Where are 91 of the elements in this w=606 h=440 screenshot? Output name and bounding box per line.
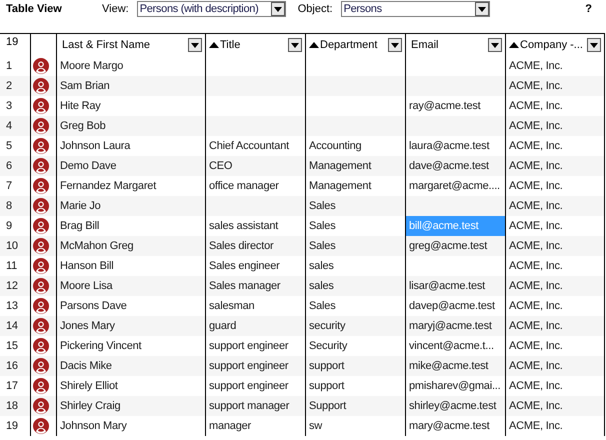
column-filter-button[interactable] bbox=[188, 38, 202, 52]
row-number: 10 bbox=[6, 240, 18, 252]
row-count: 19 bbox=[6, 36, 18, 48]
row-number: 3 bbox=[6, 100, 12, 112]
table-cell[interactable] bbox=[205, 116, 305, 136]
table-cell[interactable]: ACME, Inc. bbox=[505, 316, 604, 336]
table-cell[interactable]: support manager bbox=[205, 396, 305, 416]
object-dropdown[interactable]: Persons bbox=[340, 1, 490, 17]
table-cell[interactable]: Greg Bob bbox=[56, 116, 205, 136]
table-cell[interactable] bbox=[405, 196, 505, 216]
table-cell[interactable]: Dacis Mike bbox=[56, 356, 205, 376]
table-cell[interactable]: lisar@acme.test bbox=[405, 276, 505, 296]
row-number: 17 bbox=[6, 380, 18, 392]
table-cell[interactable]: Marie Jo bbox=[56, 196, 205, 216]
table-cell[interactable]: Support bbox=[305, 396, 405, 416]
table-cell[interactable]: Shirley Craig bbox=[56, 396, 205, 416]
table-cell[interactable]: sales bbox=[305, 276, 405, 296]
table-cell[interactable] bbox=[205, 196, 305, 216]
table-cell[interactable]: support bbox=[305, 356, 405, 376]
table-cell[interactable]: ACME, Inc. bbox=[505, 276, 604, 296]
caret-icon bbox=[590, 42, 598, 48]
table-cell[interactable] bbox=[405, 76, 505, 96]
object-label: Object: bbox=[298, 3, 333, 15]
row-number: 9 bbox=[6, 220, 12, 232]
row-number: 2 bbox=[6, 80, 12, 92]
caret-icon bbox=[478, 6, 486, 12]
column-filter-button[interactable] bbox=[587, 38, 601, 52]
column-filter-button[interactable] bbox=[388, 38, 402, 52]
row-number: 1 bbox=[6, 60, 12, 72]
table-cell[interactable]: ACME, Inc. bbox=[505, 116, 604, 136]
table-cell[interactable]: Sales director bbox=[205, 236, 305, 256]
caret-icon bbox=[491, 42, 499, 48]
row-number: 12 bbox=[6, 280, 18, 292]
table-cell[interactable]: ACME, Inc. bbox=[505, 396, 604, 416]
table-cell[interactable]: maryj@acme.test bbox=[405, 316, 505, 336]
caret-icon bbox=[391, 42, 399, 48]
caret-icon bbox=[274, 6, 282, 12]
row-number: 6 bbox=[6, 160, 12, 172]
row-number: 7 bbox=[6, 180, 12, 192]
table-cell[interactable]: greg@acme.test bbox=[405, 236, 505, 256]
table-cell[interactable]: ACME, Inc. bbox=[505, 196, 604, 216]
column-header[interactable]: Email bbox=[405, 34, 505, 56]
table-cell[interactable]: CEO bbox=[205, 156, 305, 176]
caret-icon bbox=[291, 42, 299, 48]
table-cell[interactable]: mike@acme.test bbox=[405, 356, 505, 376]
view-title: Table View bbox=[6, 3, 63, 15]
sort-arrow-icon bbox=[509, 42, 519, 48]
table-cell[interactable] bbox=[405, 116, 505, 136]
table-cell[interactable]: shirley@acme.test bbox=[405, 396, 505, 416]
sort-arrow-icon bbox=[309, 42, 319, 48]
row-number: 8 bbox=[6, 200, 12, 212]
row-number: 18 bbox=[6, 400, 18, 412]
table-cell[interactable]: guard bbox=[205, 316, 305, 336]
column-header[interactable]: Company -... bbox=[505, 34, 604, 56]
row-number: 5 bbox=[6, 140, 12, 152]
sort-arrow-icon bbox=[209, 42, 219, 48]
table-cell[interactable]: Sales bbox=[305, 196, 405, 216]
table-cell[interactable]: Demo Dave bbox=[56, 156, 205, 176]
table-cell[interactable] bbox=[305, 116, 405, 136]
table-cell[interactable]: ACME, Inc. bbox=[505, 236, 604, 256]
table-cell[interactable] bbox=[305, 76, 405, 96]
table-cell[interactable]: Management bbox=[305, 156, 405, 176]
row-number: 16 bbox=[6, 360, 18, 372]
view-label: View: bbox=[102, 3, 129, 15]
row-number: 11 bbox=[6, 260, 18, 272]
row-number: 14 bbox=[6, 320, 18, 332]
caret-icon bbox=[191, 42, 199, 48]
table-cell[interactable]: ACME, Inc. bbox=[505, 156, 604, 176]
row-number: 19 bbox=[6, 420, 18, 432]
view-dropdown[interactable]: Persons (with description) bbox=[136, 1, 286, 17]
column-filter-button[interactable] bbox=[488, 38, 502, 52]
column-header[interactable]: Last & First Name bbox=[56, 34, 205, 56]
row-number: 13 bbox=[6, 300, 18, 312]
help-button[interactable]: ? bbox=[585, 3, 592, 15]
column-filter-button[interactable] bbox=[288, 38, 302, 52]
table-cell[interactable]: Sales bbox=[305, 236, 405, 256]
table-cell[interactable]: Jones Mary bbox=[56, 316, 205, 336]
table-cell[interactable]: Moore Lisa bbox=[56, 276, 205, 296]
table-cell[interactable]: Sales manager bbox=[205, 276, 305, 296]
table-cell[interactable]: ACME, Inc. bbox=[505, 76, 604, 96]
row-number: 15 bbox=[6, 340, 18, 352]
table-cell[interactable] bbox=[205, 76, 305, 96]
table-cell[interactable]: ACME, Inc. bbox=[505, 356, 604, 376]
column-header[interactable]: Department bbox=[305, 34, 405, 56]
table-cell[interactable]: security bbox=[305, 316, 405, 336]
column-header[interactable]: Title bbox=[205, 34, 305, 56]
table-cell[interactable]: Sam Brian bbox=[56, 76, 205, 96]
table-cell[interactable]: McMahon Greg bbox=[56, 236, 205, 256]
table-cell[interactable]: dave@acme.test bbox=[405, 156, 505, 176]
table-cell[interactable]: support engineer bbox=[205, 356, 305, 376]
row-number: 4 bbox=[6, 120, 12, 132]
